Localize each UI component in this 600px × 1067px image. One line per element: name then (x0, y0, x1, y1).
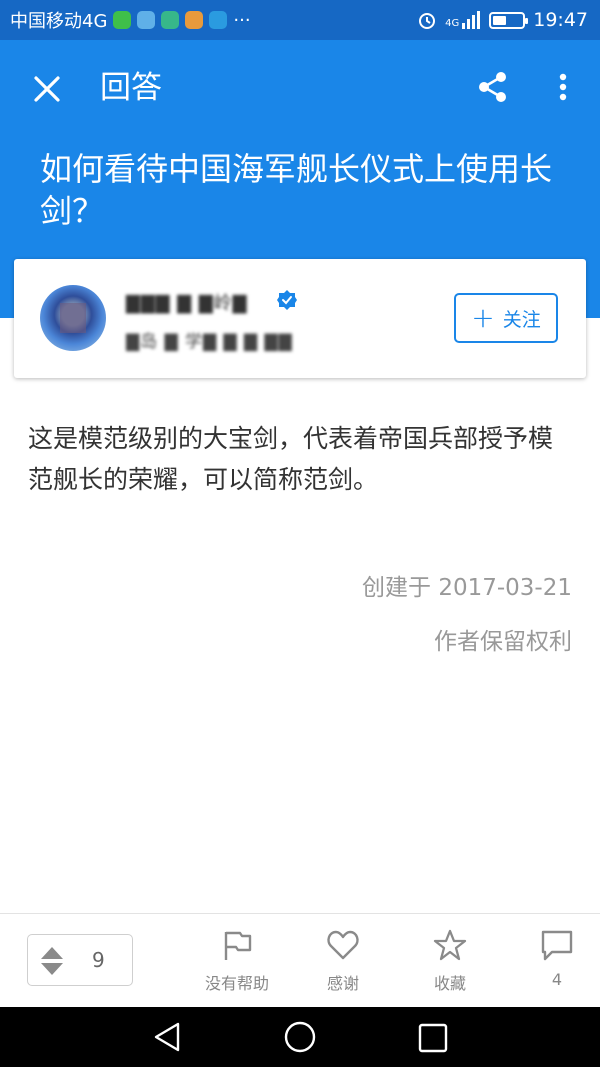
unhelpful-button[interactable]: 没有帮助 (192, 928, 282, 994)
clock: 19:47 (533, 9, 588, 31)
flag-icon (224, 931, 252, 960)
copyright-notice: 作者保留权利 (434, 629, 572, 655)
home-icon[interactable] (284, 1021, 316, 1053)
vote-count: 9 (92, 948, 105, 972)
author-bio: ▇岛 ▇ 学▇ ▇ ▇ ▇▇ (126, 332, 293, 352)
notification-app-icon (137, 11, 156, 29)
avatar[interactable] (40, 285, 106, 351)
back-icon[interactable] (152, 1021, 182, 1053)
toolbar-title: 回答 (100, 70, 162, 106)
author-card[interactable]: ▇▇▇ ▇ ▇岭▇ ▇岛 ▇ 学▇ ▇ ▇ ▇▇ + 关注 (14, 259, 586, 378)
signal-icon: 4G (445, 11, 481, 29)
more-notifications-icon: ··· (233, 9, 251, 31)
alarm-icon (419, 13, 436, 29)
close-icon[interactable] (28, 70, 66, 108)
unhelpful-label: 没有帮助 (204, 974, 269, 993)
created-date: 创建于 2017-03-21 (362, 575, 572, 601)
more-options-icon[interactable] (548, 68, 578, 106)
plus-icon: + (471, 301, 495, 334)
answer-content: 这是模范级别的大宝剑，代表着帝国兵部授予模范舰长的荣耀，可以简称范剑。 (28, 424, 554, 494)
collect-label: 收藏 (433, 974, 466, 993)
action-bar: 9 没有帮助 感谢 收藏 4 (0, 913, 600, 1008)
battery-icon (489, 11, 529, 29)
share-icon[interactable] (474, 68, 512, 106)
verified-badge-icon (277, 290, 297, 310)
toolbar: 回答 (0, 40, 600, 138)
follow-button[interactable]: + 关注 (454, 293, 558, 343)
author-name[interactable]: ▇▇▇ ▇ ▇岭▇ (126, 289, 248, 315)
navigation-bar (0, 1007, 600, 1067)
vote-arrows-icon (41, 947, 63, 975)
status-left: 中国移动4G ··· (10, 7, 251, 33)
vote-button[interactable]: 9 (27, 934, 133, 986)
star-icon (433, 929, 467, 961)
battery-level (493, 15, 507, 25)
status-right: 4G 19:47 (417, 9, 588, 31)
status-bar: 中国移动4G ··· 4G 19:47 (0, 0, 600, 40)
notification-app-icon (209, 11, 228, 29)
thanks-button[interactable]: 感谢 (298, 928, 388, 994)
heart-icon (327, 930, 359, 960)
comments-button[interactable]: 4 (512, 928, 600, 989)
question-title[interactable]: 如何看待中国海军舰长仪式上使用长剑？ (40, 148, 570, 232)
recent-apps-icon[interactable] (418, 1023, 448, 1053)
comment-icon (541, 930, 573, 961)
thanks-label: 感谢 (326, 974, 359, 993)
follow-label: 关注 (502, 308, 541, 331)
notification-app-icon (185, 11, 204, 29)
network-type-label: 4G (445, 18, 460, 29)
notification-app-icon (113, 11, 132, 29)
carrier-label: 中国移动4G (10, 11, 108, 32)
comments-count: 4 (551, 970, 563, 989)
collect-button[interactable]: 收藏 (405, 928, 495, 994)
notification-app-icon (161, 11, 180, 29)
